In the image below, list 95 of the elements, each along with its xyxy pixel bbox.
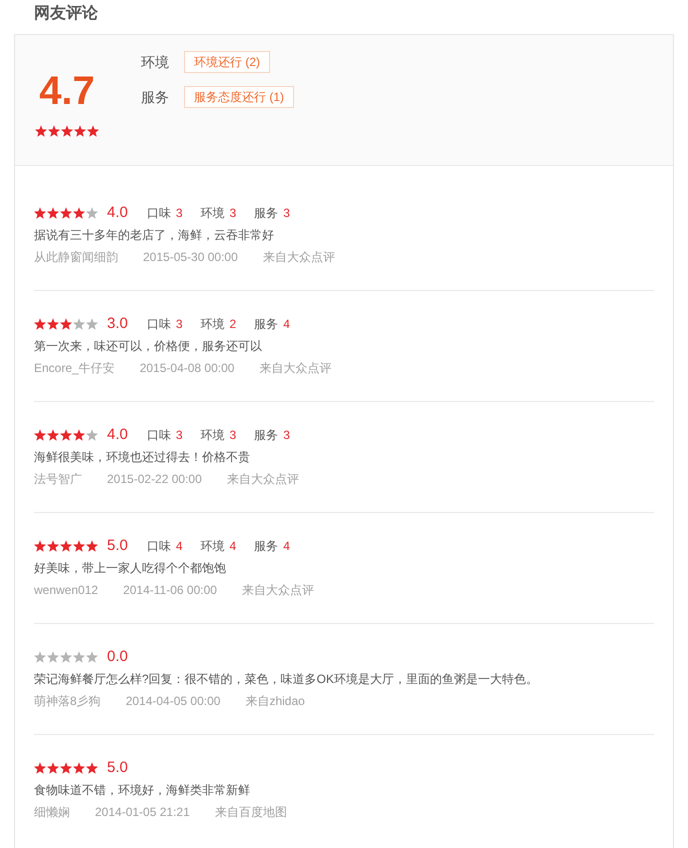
rating-value: 3	[283, 427, 290, 444]
star-icon	[60, 207, 72, 219]
star-icon	[73, 762, 85, 774]
review-time: 2015-05-30 00:00	[143, 249, 238, 266]
review-score: 5.0	[107, 537, 128, 555]
star-icon	[48, 125, 60, 137]
reviewer-name: wenwen012	[34, 582, 98, 599]
star-icon	[87, 125, 99, 137]
star-icon	[60, 429, 72, 441]
review-score: 4.0	[107, 204, 128, 222]
rating-label: 口味	[146, 538, 171, 555]
rating-value: 2	[230, 316, 236, 333]
rating-value: 4	[176, 538, 183, 555]
review-source: 来自大众点评	[242, 582, 314, 599]
star-icon	[86, 540, 98, 552]
rating-label: 服务	[254, 538, 278, 555]
review-source: 来自大众点评	[262, 249, 335, 266]
section-title: 网友评论	[34, 4, 98, 24]
reviewer-name: 萌神落8彡狗	[34, 693, 101, 710]
star-icon	[86, 207, 98, 219]
star-icon	[34, 540, 46, 552]
star-icon	[34, 651, 46, 663]
reviewer-name: Encore_牛仔安	[34, 360, 115, 377]
rating-value: 3	[230, 205, 236, 222]
star-icon	[60, 540, 72, 552]
rating-value: 4	[230, 538, 236, 555]
review-time: 2014-11-06 00:00	[123, 582, 217, 599]
star-icon	[47, 207, 59, 219]
aspect-tag[interactable]: 环境还行 (2)	[184, 51, 270, 73]
review-text: 好美味，带上一家人吃得个个都饱饱	[34, 560, 226, 577]
rating-label: 服务	[254, 205, 278, 222]
star-icon	[60, 651, 72, 663]
rating-label: 环境	[200, 205, 225, 222]
review-score: 5.0	[107, 759, 128, 777]
rating-value: 3	[230, 427, 236, 444]
review-text: 荣记海鲜餐厅怎么样?回复：很不错的，菜色，味道多OK环境是大厅，里面的鱼粥是一大特色。	[34, 671, 538, 688]
star-icon	[60, 762, 72, 774]
rating-label: 口味	[146, 316, 171, 333]
rating-value: 3	[283, 205, 290, 222]
rating-value: 3	[176, 316, 183, 333]
reviewer-name: 细懒娴	[34, 804, 70, 821]
rating-label: 环境	[200, 538, 225, 555]
star-icon	[47, 318, 59, 330]
review-source: 来自大众点评	[226, 471, 299, 488]
star-icon	[47, 762, 59, 774]
star-icon	[73, 651, 85, 663]
reviewer-name: 从此静窗闻细韵	[34, 249, 118, 266]
aspect-tag[interactable]: 服务态度还行 (1)	[184, 86, 294, 108]
star-icon	[61, 125, 73, 137]
reviewer-name: 法号智广	[34, 471, 82, 488]
review-source: 来自大众点评	[259, 360, 332, 377]
star-icon	[47, 651, 59, 663]
review-text: 食物味道不错，环境好，海鲜类非常新鲜	[34, 782, 250, 799]
rating-value: 3	[176, 205, 183, 222]
review-source: 来自zhidao	[245, 693, 305, 710]
aspect-label: 服务	[141, 88, 170, 106]
rating-label: 服务	[254, 427, 278, 444]
review-text: 据说有三十多年的老店了，海鲜，云吞非常好	[34, 227, 274, 244]
review-text: 第一次来，味还可以，价格便，服务还可以	[34, 338, 262, 355]
star-icon	[34, 318, 46, 330]
star-icon	[73, 540, 85, 552]
star-icon	[47, 540, 59, 552]
star-icon	[60, 318, 72, 330]
rating-label: 口味	[146, 427, 171, 444]
review-text: 海鲜很美味，环境也还过得去！价格不贵	[34, 449, 250, 466]
overall-score: 4.7	[39, 69, 95, 113]
review-source: 来自百度地图	[214, 804, 287, 821]
star-icon	[86, 429, 98, 441]
rating-value: 3	[176, 427, 183, 444]
star-icon	[35, 125, 47, 137]
rating-label: 服务	[254, 316, 278, 333]
star-icon	[34, 429, 46, 441]
rating-label: 环境	[200, 316, 225, 333]
aspect-label: 环境	[141, 52, 170, 72]
review-score: 0.0	[107, 648, 128, 666]
star-icon	[34, 762, 46, 774]
review-time: 2015-04-08 00:00	[140, 360, 234, 377]
star-icon	[74, 125, 86, 137]
rating-value: 4	[283, 538, 290, 555]
star-icon	[34, 207, 46, 219]
star-icon	[73, 207, 85, 219]
rating-value: 4	[283, 316, 290, 333]
star-icon	[86, 318, 98, 330]
review-score: 4.0	[107, 426, 128, 444]
star-icon	[47, 429, 59, 441]
review-score: 3.0	[107, 315, 128, 333]
star-icon	[86, 762, 98, 774]
review-time: 2014-01-05 21:21	[95, 804, 190, 821]
review-time: 2015-02-22 00:00	[107, 471, 202, 488]
star-icon	[86, 651, 98, 663]
star-icon	[73, 318, 85, 330]
review-time: 2014-04-05 00:00	[126, 693, 220, 710]
rating-label: 口味	[146, 205, 171, 222]
rating-label: 环境	[200, 427, 225, 444]
star-icon	[73, 429, 85, 441]
